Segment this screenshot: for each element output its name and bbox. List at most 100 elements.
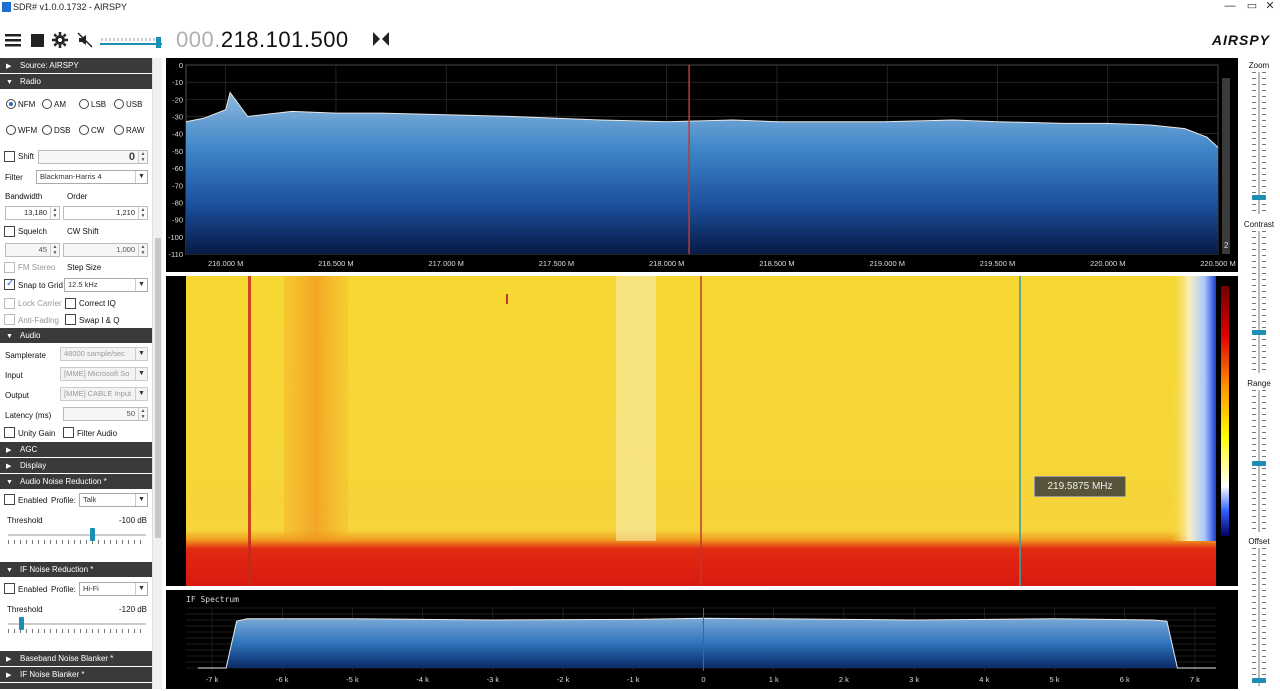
mode-dsb-radio[interactable]	[42, 125, 52, 135]
order-input[interactable]: 1,210 ▲ ▼	[63, 206, 148, 220]
toolbar: 000.218.101.500 AIRSPY	[0, 14, 1280, 58]
range-slider[interactable]	[1252, 390, 1266, 532]
frequency-display[interactable]: 000.218.101.500	[176, 27, 349, 53]
slider-thumb[interactable]	[1252, 678, 1266, 684]
chevron-right-icon: ▶	[6, 63, 12, 70]
fmstereo-checkbox[interactable]	[4, 262, 15, 273]
x-tick-label: 217.500 M	[539, 259, 574, 268]
x-tick-label: -5 k	[346, 675, 359, 684]
mode-am-radio[interactable]	[42, 99, 52, 109]
window-title: SDR# v1.0.0.1732 - AIRSPY	[13, 2, 128, 12]
anr-profile-select[interactable]: Talk ▼	[79, 493, 148, 507]
contrast-label: Contrast	[1243, 220, 1275, 229]
chevron-down-icon: ▼	[135, 279, 147, 291]
latency-input[interactable]: 50 ▲ ▼	[63, 407, 148, 421]
zoom-slider[interactable]	[1252, 72, 1266, 214]
x-tick-label: 219.500 M	[980, 259, 1015, 268]
section-audio-noise-reduction[interactable]: ▼ Audio Noise Reduction *	[0, 474, 152, 489]
samplerate-select[interactable]: 48000 sample/sec ▼	[60, 347, 148, 361]
rf-spectrum-panel[interactable]: 0 -10 -20 -30 -40 -50 -60 -70 -80 -90 -100 -110 216…	[166, 58, 1238, 272]
section-more[interactable]	[0, 683, 152, 689]
section-baseband-noise-blanker[interactable]: ▶ Baseband Noise Blanker *	[0, 651, 152, 666]
if-spectrum-panel[interactable]: IF Spectrum -7 k -6 k -5 k -4 k -3 k -2 k -1 k…	[166, 590, 1238, 689]
mode-cw-radio[interactable]	[79, 125, 89, 135]
range-label: Range	[1247, 379, 1271, 388]
slider-thumb[interactable]	[90, 528, 96, 541]
center-tune-icon[interactable]	[373, 31, 389, 47]
waterfall-signal-band	[284, 276, 348, 541]
gear-icon[interactable]	[52, 32, 68, 48]
slider-thumb[interactable]	[1252, 461, 1266, 467]
stepsize-label: Step Size	[67, 263, 102, 272]
zoom-label: Zoom	[1248, 61, 1270, 70]
mode-wfm-radio[interactable]	[6, 125, 16, 135]
stepsize-select[interactable]: 12.5 kHz ▼	[64, 278, 148, 292]
section-radio[interactable]: ▼ Radio	[0, 74, 152, 89]
if-spectrum-chart[interactable]: IF Spectrum -7 k -6 k -5 k -4 k -3 k -2 k -1 k…	[166, 590, 1238, 689]
filter-label: Filter	[5, 173, 23, 182]
scrollbar-thumb[interactable]	[155, 238, 161, 538]
section-if-noise-reduction[interactable]: ▼ IF Noise Reduction *	[0, 562, 152, 577]
spin-arrows-icon[interactable]: ▲ ▼	[138, 207, 147, 219]
spin-arrows-icon[interactable]: ▲ ▼	[138, 151, 147, 163]
menu-icon[interactable]	[5, 32, 21, 48]
section-audio[interactable]: ▼ Audio	[0, 328, 152, 343]
slider-thumb[interactable]	[18, 617, 24, 630]
spin-arrows-icon[interactable]: ▲ ▼	[138, 408, 147, 420]
slider-thumb[interactable]	[1252, 329, 1266, 335]
mode-lsb-radio[interactable]	[79, 99, 89, 109]
mode-usb-radio[interactable]	[114, 99, 124, 109]
mode-dsb-label: DSB	[54, 126, 71, 135]
section-agc[interactable]: ▶ AGC	[0, 442, 152, 457]
section-title: Baseband Noise Blanker *	[20, 654, 114, 663]
stop-icon[interactable]	[29, 32, 45, 48]
volume-slider[interactable]	[100, 36, 164, 48]
slider-thumb[interactable]	[1252, 195, 1266, 201]
anr-enabled-checkbox[interactable]	[4, 494, 15, 505]
section-title: Audio Noise Reduction *	[20, 477, 107, 486]
ifnr-enabled-checkbox[interactable]	[4, 583, 15, 594]
x-tick-label: -3 k	[487, 675, 500, 684]
spin-arrows-icon[interactable]: ▲ ▼	[138, 244, 147, 256]
ifnr-threshold-slider[interactable]	[8, 613, 146, 635]
shift-checkbox[interactable]	[4, 151, 15, 162]
output-device-select[interactable]: [MME] CABLE Input ▼	[60, 387, 148, 401]
swapiq-checkbox[interactable]	[65, 314, 76, 325]
minimize-icon[interactable]: —	[1220, 0, 1240, 14]
bandwidth-input[interactable]: 13,180 ▲ ▼	[5, 206, 60, 220]
correctiq-label: Correct IQ	[79, 299, 116, 308]
correctiq-checkbox[interactable]	[65, 298, 76, 309]
if-spectrum-area	[198, 618, 1216, 668]
input-device-select[interactable]: [MME] Microsoft So ▼	[60, 367, 148, 381]
filter-select[interactable]: Blackman-Harris 4 ▼	[36, 170, 148, 184]
ifnr-profile-select[interactable]: Hi-Fi ▼	[79, 582, 148, 596]
rf-spectrum-chart[interactable]: 0 -10 -20 -30 -40 -50 -60 -70 -80 -90 -100 -110 216…	[166, 58, 1238, 272]
spin-arrows-icon[interactable]: ▲ ▼	[50, 207, 59, 219]
section-if-noise-blanker[interactable]: ▶ IF Noise Blanker *	[0, 667, 152, 682]
unitygain-checkbox[interactable]	[4, 427, 15, 438]
mode-nfm-radio[interactable]	[6, 99, 16, 109]
contrast-slider[interactable]	[1252, 231, 1266, 373]
mode-raw-radio[interactable]	[114, 125, 124, 135]
antifading-checkbox[interactable]	[4, 314, 15, 325]
offset-slider[interactable]	[1252, 548, 1266, 686]
mute-icon[interactable]	[77, 32, 93, 48]
anr-threshold-slider[interactable]	[8, 524, 146, 546]
cwshift-input[interactable]: 1,000 ▲ ▼	[63, 243, 148, 257]
sidebar-scrollbar[interactable]	[152, 58, 162, 689]
filteraudio-checkbox[interactable]	[63, 427, 74, 438]
waterfall-display[interactable]	[166, 276, 1238, 586]
spin-arrows-icon[interactable]: ▲ ▼	[50, 244, 59, 256]
lockcarrier-checkbox[interactable]	[4, 298, 15, 309]
maximize-icon[interactable]: ▭	[1242, 0, 1262, 14]
shift-input[interactable]: 0 ▲ ▼	[38, 150, 148, 164]
squelch-input[interactable]: 45 ▲ ▼	[5, 243, 60, 257]
x-tick-label: 218.000 M	[649, 259, 684, 268]
chevron-down-icon: ▼	[6, 79, 13, 86]
squelch-checkbox[interactable]	[4, 226, 15, 237]
close-icon[interactable]: ✕	[1260, 0, 1280, 14]
waterfall-panel[interactable]	[166, 276, 1238, 586]
section-display[interactable]: ▶ Display	[0, 458, 152, 473]
snap-checkbox[interactable]	[4, 278, 15, 290]
section-source[interactable]: ▶ Source: AIRSPY	[0, 58, 152, 73]
